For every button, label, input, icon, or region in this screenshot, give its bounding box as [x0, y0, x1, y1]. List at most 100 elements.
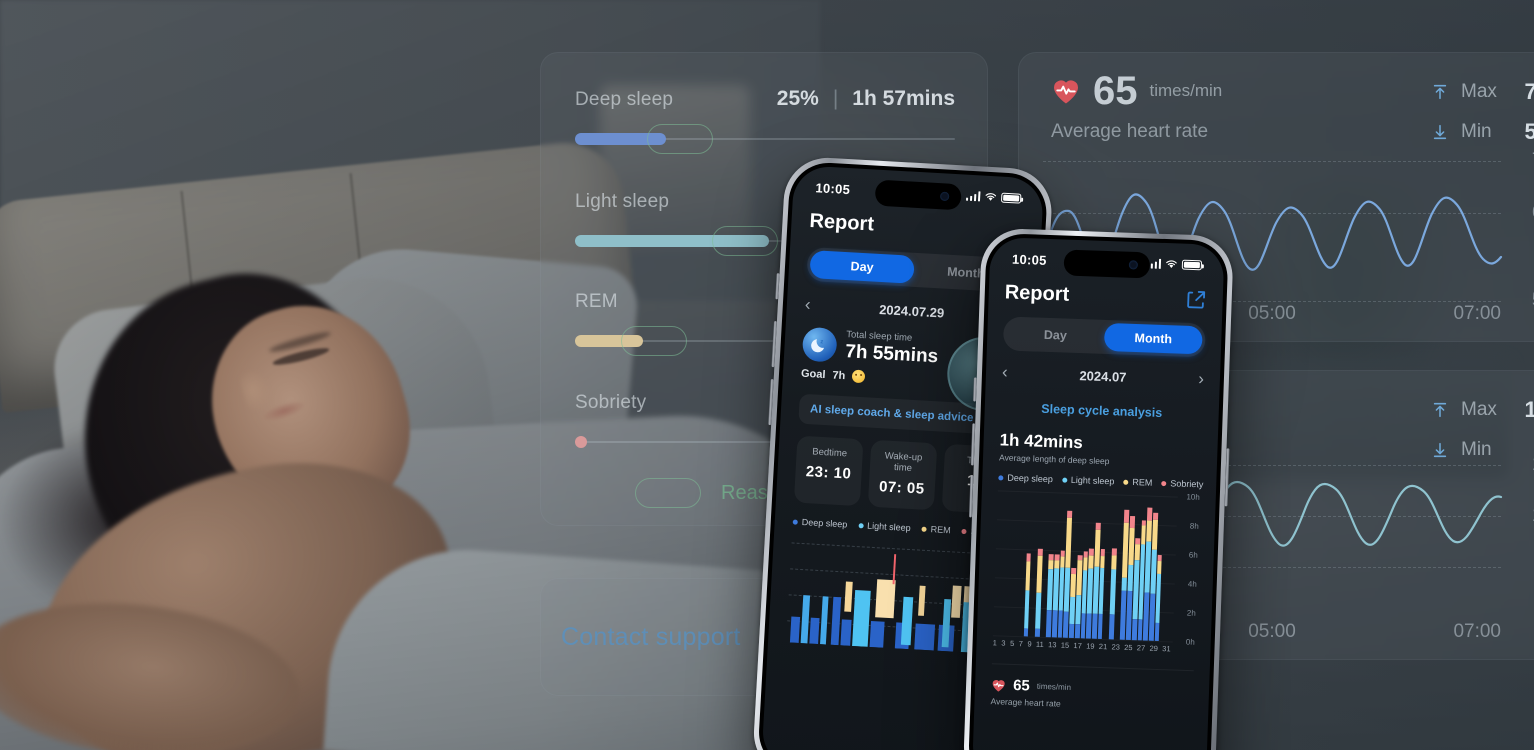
dynamic-island [1063, 249, 1151, 279]
wakeup-card[interactable]: Wake-up time 07: 05 [867, 439, 938, 511]
stage-label: Sobriety [575, 392, 647, 413]
x-axis-tick: 07:00 [1453, 303, 1501, 324]
legend-label: Deep sleep [1007, 472, 1054, 485]
chevron-left-icon[interactable]: ‹ [804, 295, 811, 315]
heart-rate-unit: times/min [1149, 81, 1223, 100]
heart-rate-unit: times/min [1036, 681, 1072, 692]
stage-knob[interactable] [711, 226, 778, 256]
arrow-up-max-icon [1431, 401, 1449, 419]
bar-segment [1086, 613, 1092, 639]
contact-support-label[interactable]: Contact support [561, 623, 741, 652]
smiley-face-icon [851, 369, 866, 384]
bar-segment [1134, 544, 1140, 560]
tab-day[interactable]: Day [1006, 320, 1105, 351]
bar-segment [1057, 610, 1064, 638]
bar-segment [1091, 613, 1098, 639]
stage-separator: | [832, 87, 839, 110]
bar-segment [1046, 610, 1052, 638]
bar-segment [1097, 613, 1104, 640]
legend-label: Light sleep [1070, 474, 1115, 487]
chevron-left-icon[interactable]: ‹ [1002, 362, 1008, 382]
heart-rate-value: 65 [1093, 69, 1138, 113]
min-value: 58 [1524, 119, 1534, 144]
y-axis-label: 4h [1187, 579, 1197, 589]
current-date: 2024.07.29 [878, 301, 945, 321]
stage-track[interactable] [575, 124, 955, 154]
legend-item-light-sleep: Light sleep [1061, 474, 1115, 487]
x-axis-tick: 31 [1162, 644, 1171, 654]
x-axis-tick: 25 [1124, 642, 1133, 653]
x-axis-tick: 19 [1086, 641, 1095, 651]
legend-item-deep-sleep: Deep sleep [792, 516, 848, 530]
legend-item-sobriety: Sobriety [1161, 478, 1204, 489]
heart-rate-summary: 65 times/min Average heart rate [1051, 71, 1222, 143]
period-segmented-control[interactable]: Day Month [1002, 316, 1206, 358]
x-axis-tick: 13 [1047, 640, 1057, 650]
y-axis-label: 6h [1188, 550, 1198, 560]
bar-segment [1060, 556, 1066, 568]
tab-month[interactable]: Month [1103, 322, 1203, 355]
legend-label: REM [1132, 477, 1153, 488]
arrow-down-min-icon [1431, 123, 1449, 141]
total-sleep-value: 7h 55mins [844, 341, 939, 368]
stage-knob[interactable] [647, 124, 714, 154]
bar-segment [1088, 555, 1094, 569]
phone-screen: 10:05 Report Day Month ‹ 2024.07 › Sleep… [971, 236, 1225, 750]
x-axis-tick: 05:00 [1248, 303, 1296, 324]
front-camera-icon [939, 191, 950, 202]
bar-segment [1129, 516, 1135, 529]
bar-segment [1068, 624, 1075, 639]
legend-label: Light sleep [866, 520, 911, 534]
status-icons [1146, 258, 1203, 271]
current-date: 2024.07 [1079, 367, 1127, 385]
legend-dot [961, 528, 967, 534]
status-time: 10:05 [1011, 251, 1048, 268]
bar-columns [995, 490, 1176, 642]
stage-row-deep-sleep[interactable]: Deep sleep 25% | 1h 57mins [575, 87, 955, 154]
status-icons [965, 191, 1022, 204]
front-camera-icon [1128, 260, 1139, 270]
bar-segment [1048, 560, 1054, 570]
legend-dot [1161, 480, 1167, 486]
chart-gridline [1043, 161, 1501, 162]
monthly-sleep-bar-chart: 0h 2h 4h 6h 8h 10h [992, 490, 1200, 647]
tab-day[interactable]: Day [809, 250, 915, 284]
bar-segment [1127, 564, 1134, 592]
bar-segment [1131, 619, 1138, 641]
status-pill[interactable] [635, 478, 701, 508]
bar-segment [1063, 611, 1069, 638]
legend-dot [998, 474, 1004, 480]
max-value: 15 [1524, 397, 1534, 422]
legend-dot [1123, 479, 1129, 485]
signal-bars-icon [965, 191, 981, 202]
min-label: Min [1461, 121, 1492, 142]
y-axis-label: 8h [1189, 521, 1199, 531]
stage-label: REM [575, 291, 618, 312]
bedtime-label: Bedtime [811, 446, 848, 460]
share-icon[interactable] [1184, 288, 1207, 311]
bar-segment [1140, 525, 1147, 545]
chevron-right-icon[interactable]: › [1198, 369, 1204, 389]
stage-label: Deep sleep [575, 89, 674, 110]
wakeup-value: 07: 05 [878, 478, 926, 498]
x-axis-tick: 17 [1073, 641, 1082, 651]
x-axis-tick: 21 [1098, 641, 1108, 652]
x-axis-tick: 05:00 [1248, 621, 1296, 642]
bar-segment [1070, 573, 1076, 597]
moon-sleep-icon: z [801, 326, 838, 363]
legend-label: Deep sleep [801, 516, 848, 530]
goal-value: 7h [832, 368, 846, 382]
bar-segment [1051, 610, 1058, 638]
bar-segment [1146, 520, 1152, 542]
wifi-icon [984, 192, 998, 203]
heart-rate-minmax: Max 73 Min 58 [1431, 79, 1534, 159]
bar-segment [1069, 596, 1076, 625]
stage-knob[interactable] [620, 326, 687, 356]
date-navigator[interactable]: ‹ 2024.07 › [1002, 362, 1205, 389]
stage-label: Light sleep [575, 191, 670, 212]
bar-segment [1124, 509, 1130, 524]
y-axis-label: 0h [1185, 637, 1195, 647]
sleep-stage-legend: Deep sleep Light sleep REM Sobriety [998, 472, 1204, 489]
phone-month-report[interactable]: 10:05 Report Day Month ‹ 2024.07 › Sleep… [962, 227, 1234, 750]
bedtime-card[interactable]: Bedtime 23: 10 [793, 435, 864, 507]
